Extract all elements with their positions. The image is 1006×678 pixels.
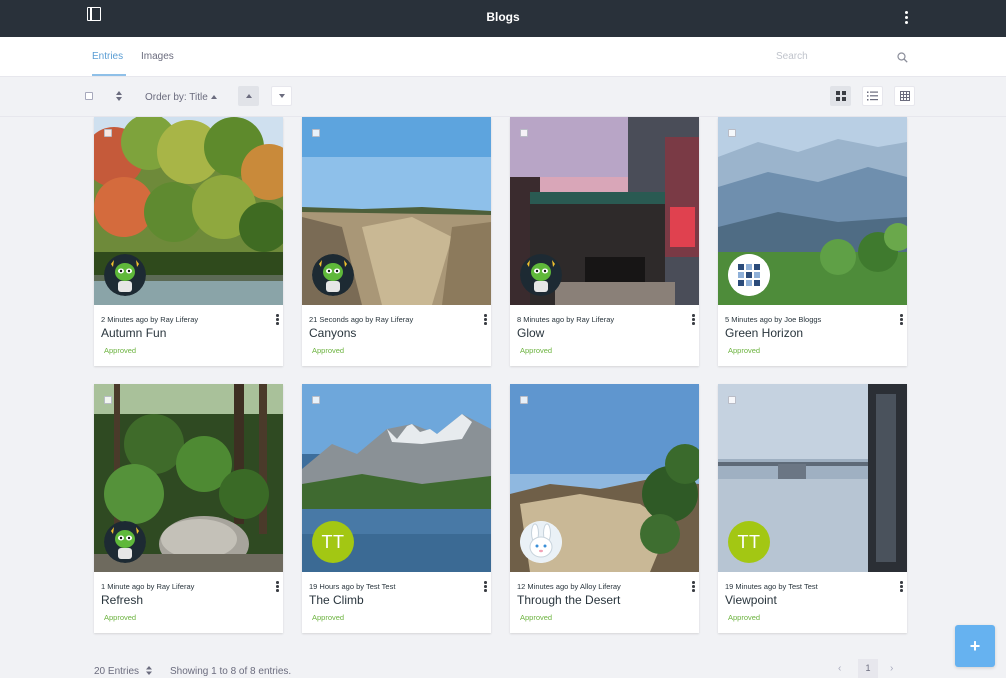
table-view-icon (899, 91, 910, 101)
pagination-results: Showing 1 to 8 of 8 entries. (170, 666, 292, 677)
entry-card[interactable]: TT 19 Minutes ago by Test Test Viewpoint… (718, 384, 907, 633)
avatar (312, 254, 354, 296)
entry-meta: 8 Minutes ago by Ray Liferay (517, 315, 615, 324)
entry-checkbox[interactable] (104, 129, 112, 137)
entry-title[interactable]: Refresh (101, 593, 143, 607)
entry-title[interactable]: Autumn Fun (101, 326, 166, 340)
status-label: Approved (728, 613, 761, 622)
entry-actions-icon[interactable] (900, 314, 903, 326)
status-label: Approved (104, 346, 137, 355)
cards-view-icon (835, 91, 846, 101)
list-view-button[interactable] (862, 86, 883, 106)
alien-avatar-icon (104, 254, 146, 296)
status-label: Approved (520, 613, 553, 622)
entry-actions-icon[interactable] (692, 581, 695, 593)
status-label: Approved (520, 346, 553, 355)
entry-checkbox[interactable] (728, 129, 736, 137)
sort-ascending-icon (245, 94, 252, 98)
entry-card[interactable]: 8 Minutes ago by Ray Liferay Glow Approv… (510, 117, 699, 366)
entry-checkbox[interactable] (312, 129, 320, 137)
entry-meta: 2 Minutes ago by Ray Liferay (101, 315, 199, 324)
rabbit-avatar-icon (520, 521, 562, 563)
cards-view-button[interactable] (830, 86, 851, 106)
entries-per-page-label: 20 Entries (94, 666, 140, 677)
entry-card[interactable]: TT 19 Hours ago by Test Test The Climb A… (302, 384, 491, 633)
entry-card[interactable]: 2 Minutes ago by Ray Liferay Autumn Fun … (94, 117, 283, 366)
entry-meta: 12 Minutes ago by Alloy Liferay (517, 582, 621, 591)
sort-arrows-icon[interactable] (115, 90, 123, 102)
entry-meta: 5 Minutes ago by Joe Bloggs (725, 315, 822, 324)
management-toolbar: Order by: Title (0, 77, 1006, 117)
plus-icon: + (969, 635, 981, 656)
entry-checkbox[interactable] (520, 396, 528, 404)
avatar: TT (312, 521, 354, 563)
entry-card[interactable]: 12 Minutes ago by Alloy Liferay Through … (510, 384, 699, 633)
search-icon[interactable] (897, 52, 908, 63)
table-view-button[interactable] (894, 86, 915, 106)
entry-card[interactable]: 1 Minute ago by Ray Liferay Refresh Appr… (94, 384, 283, 633)
page-title: Blogs (486, 10, 520, 24)
entry-meta: 19 Hours ago by Test Test (309, 582, 396, 591)
chevron-right-icon[interactable]: › (890, 663, 893, 674)
entry-actions-icon[interactable] (484, 581, 487, 593)
order-by-dropdown[interactable]: Order by: Title (145, 92, 217, 103)
status-label: Approved (104, 613, 137, 622)
entry-meta: 1 Minute ago by Ray Liferay (101, 582, 195, 591)
status-label: Approved (728, 346, 761, 355)
entry-actions-icon[interactable] (484, 314, 487, 326)
entries-per-page-dropdown[interactable]: 20 Entries (94, 666, 152, 677)
alien-avatar-icon (312, 254, 354, 296)
list-view-icon (867, 91, 878, 101)
status-label: Approved (312, 346, 345, 355)
active-tab-indicator (92, 74, 126, 76)
alien-avatar-icon (520, 254, 562, 296)
sort-arrows-icon (145, 666, 152, 675)
tab-images[interactable]: Images (141, 51, 174, 62)
avatar (104, 254, 146, 296)
entry-actions-icon[interactable] (276, 581, 279, 593)
entry-title[interactable]: Viewpoint (725, 593, 777, 607)
status-label: Approved (312, 613, 345, 622)
entry-meta: 21 Seconds ago by Ray Liferay (309, 315, 414, 324)
entry-checkbox[interactable] (312, 396, 320, 404)
sort-descending-button[interactable] (271, 86, 292, 106)
navigation-bar: Entries Images (0, 37, 1006, 77)
entry-checkbox[interactable] (104, 396, 112, 404)
entry-title[interactable]: The Climb (309, 593, 364, 607)
pagination-current-page[interactable]: 1 (858, 659, 878, 678)
alien-avatar-icon (104, 521, 146, 563)
sort-ascending-button[interactable] (238, 86, 259, 106)
caret-icon (210, 95, 217, 99)
order-by-label: Order by: Title (145, 92, 208, 103)
avatar (104, 521, 146, 563)
tab-entries[interactable]: Entries (92, 51, 123, 62)
pattern-avatar-icon (728, 254, 770, 296)
chevron-left-icon[interactable]: ‹ (838, 663, 841, 674)
avatar: TT (728, 521, 770, 563)
select-all-checkbox[interactable] (85, 92, 93, 100)
kebab-menu-icon[interactable] (899, 11, 913, 27)
entry-actions-icon[interactable] (692, 314, 695, 326)
avatar (520, 254, 562, 296)
add-entry-button[interactable]: + (955, 625, 995, 667)
top-bar: Blogs (0, 0, 1006, 37)
sort-descending-icon (278, 94, 285, 98)
avatar (728, 254, 770, 296)
avatar (520, 521, 562, 563)
search-input[interactable] (776, 51, 886, 62)
entry-meta: 19 Minutes ago by Test Test (725, 582, 818, 591)
entry-title[interactable]: Canyons (309, 326, 356, 340)
entry-title[interactable]: Green Horizon (725, 326, 803, 340)
entry-checkbox[interactable] (728, 396, 736, 404)
entry-title[interactable]: Glow (517, 326, 544, 340)
entry-actions-icon[interactable] (900, 581, 903, 593)
entry-checkbox[interactable] (520, 129, 528, 137)
entry-card[interactable]: 5 Minutes ago by Joe Bloggs Green Horizo… (718, 117, 907, 366)
entry-actions-icon[interactable] (276, 314, 279, 326)
entry-title[interactable]: Through the Desert (517, 593, 620, 607)
entry-card[interactable]: 21 Seconds ago by Ray Liferay Canyons Ap… (302, 117, 491, 366)
